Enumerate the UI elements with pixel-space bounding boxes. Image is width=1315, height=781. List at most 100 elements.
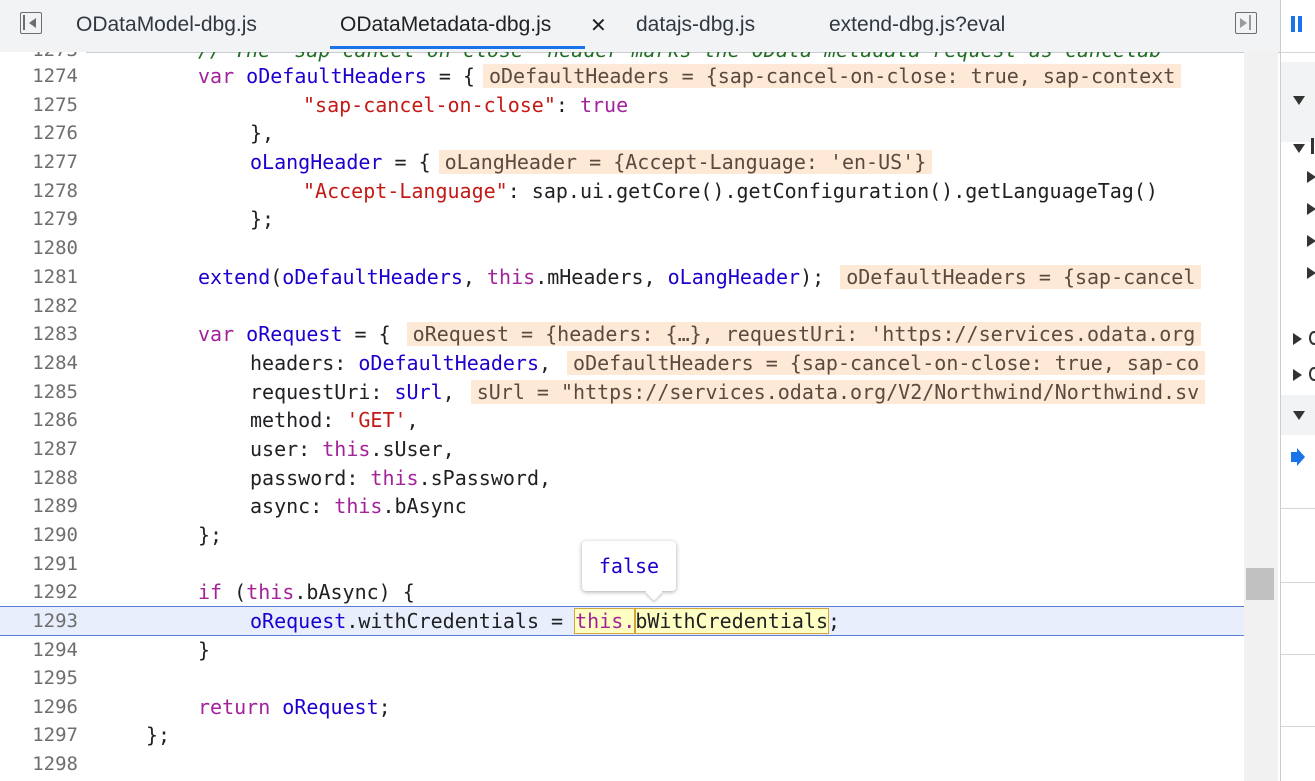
code-text: }; <box>146 723 171 747</box>
tab-extend[interactable]: extend-dbg.js?eval <box>829 0 1005 52</box>
tab-label: datajs-dbg.js <box>636 13 756 36</box>
code-line[interactable]: 1284 headers: oDefaultHeaders, oDefaultHe… <box>0 349 1244 378</box>
code-line[interactable]: 1286 method: 'GET', <box>0 406 1244 435</box>
tab-label: ODataMetadata-dbg.js <box>340 13 552 36</box>
hovered-expression[interactable]: bWithCredentials <box>634 608 829 634</box>
code-text: oRequest.withCredentials = this.bWithCre… <box>250 608 841 634</box>
line-number[interactable]: 1287 <box>0 435 78 464</box>
tab-odatametadata[interactable]: ODataMetadata-dbg.js <box>340 0 551 52</box>
pause-button[interactable] <box>1281 12 1315 36</box>
code-text: async: this.bAsync <box>250 494 467 518</box>
line-number[interactable]: 1288 <box>0 464 78 493</box>
toggle-navigator-button[interactable] <box>20 12 42 34</box>
line-number[interactable]: 1277 <box>0 148 78 177</box>
call-frame-current[interactable] <box>1281 446 1315 470</box>
code-text: "Accept-Language": sap.ui.getCore().getC… <box>303 179 1158 203</box>
code-text: }; <box>198 523 223 547</box>
code-line[interactable]: 1281 extend(oDefaultHeaders, this.mHeade… <box>0 263 1244 292</box>
line-number[interactable]: 1294 <box>0 636 78 665</box>
editor-tab-bar: ODataModel-dbg.js ODataMetadata-dbg.js ✕… <box>0 0 1280 53</box>
line-number[interactable]: 1298 <box>0 750 78 779</box>
code-text: headers: oDefaultHeaders, oDefaultHeaders… <box>250 349 1206 378</box>
scrollbar-thumb[interactable] <box>1246 568 1274 600</box>
expand-icon <box>1307 171 1315 183</box>
code-text: var oDefaultHeaders = {oDefaultHeaders =… <box>198 62 1182 91</box>
inline-value[interactable]: oLangHeader = {Accept-Language: 'en-US'} <box>438 150 933 174</box>
code-line[interactable]: 1278 "Accept-Language": sap.ui.getCore()… <box>0 177 1244 206</box>
inline-value[interactable]: oRequest = {headers: {…}, requestUri: 'h… <box>406 322 1202 346</box>
code-line[interactable]: 1285 requestUri: sUrl, sUrl = "https://se… <box>0 378 1244 407</box>
editor-scrollbar[interactable] <box>1244 52 1278 781</box>
code-line[interactable]: 1283 var oRequest = {oRequest = {headers… <box>0 320 1244 349</box>
line-number[interactable]: 1296 <box>0 693 78 722</box>
code-line[interactable]: 1295 <box>0 664 1244 693</box>
tab-label: ODataModel-dbg.js <box>76 13 257 36</box>
hovered-expression[interactable]: this. <box>574 608 637 634</box>
code-line[interactable]: 1275 "sap-cancel-on-close": true <box>0 91 1244 120</box>
line-number[interactable]: 1276 <box>0 119 78 148</box>
code-line[interactable]: 1298 <box>0 750 1244 779</box>
code-line[interactable]: 1297 }; <box>0 721 1244 750</box>
inline-value[interactable]: oDefaultHeaders = {sap-cancel-on-close: … <box>482 64 1182 88</box>
call-stack-header[interactable] <box>1281 395 1315 435</box>
expand-icon <box>1293 333 1302 345</box>
line-number[interactable]: 1275 <box>0 91 78 120</box>
line-number[interactable]: 1289 <box>0 492 78 521</box>
code-text: if (this.bAsync) { <box>198 580 415 604</box>
active-tab-indicator <box>330 46 585 49</box>
sidebar-tree-item[interactable] <box>1281 264 1315 284</box>
inline-value[interactable]: oDefaultHeaders = {sap-cancel-on-close: … <box>567 351 1206 375</box>
code-text: return oRequest; <box>198 695 391 719</box>
inline-value[interactable]: sUrl = "https://services.odata.org/V2/No… <box>470 380 1206 404</box>
line-number[interactable]: 1282 <box>0 292 78 321</box>
sidebar-section-header[interactable] <box>1281 62 1315 142</box>
line-number[interactable]: 1292 <box>0 578 78 607</box>
line-number[interactable]: 1285 <box>0 378 78 407</box>
sidebar-tree-item[interactable] <box>1281 138 1315 158</box>
line-number[interactable]: 1290 <box>0 521 78 550</box>
expand-icon <box>1307 235 1315 247</box>
code-line[interactable]: 1294 } <box>0 636 1244 665</box>
code-line[interactable]: 1276 }, <box>0 119 1244 148</box>
line-number[interactable]: 1279 <box>0 205 78 234</box>
line-number[interactable]: 1295 <box>0 664 78 693</box>
code-line[interactable]: 1277 oLangHeader = {oLangHeader = {Accep… <box>0 148 1244 177</box>
sidebar-tree-item[interactable] <box>1281 366 1315 386</box>
line-number[interactable]: 1283 <box>0 320 78 349</box>
code-text: password: this.sPassword, <box>250 466 552 490</box>
code-line[interactable]: 1280 <box>0 234 1244 263</box>
code-text: }, <box>250 121 275 145</box>
tab-odatamodel[interactable]: ODataModel-dbg.js <box>76 0 257 52</box>
code-line[interactable]: 1289 async: this.bAsync <box>0 492 1244 521</box>
current-execution-line[interactable]: 1293 oRequest.withCredentials = this.bWi… <box>0 606 1244 636</box>
code-line[interactable]: 1274 var oDefaultHeaders = {oDefaultHead… <box>0 62 1244 91</box>
expand-icon <box>1307 267 1315 279</box>
line-number[interactable]: 1297 <box>0 721 78 750</box>
line-number[interactable]: 1284 <box>0 349 78 378</box>
line-number[interactable]: 1293 <box>0 607 78 635</box>
expand-icon <box>1293 369 1302 381</box>
sidebar-tree-item[interactable] <box>1281 200 1315 220</box>
line-number[interactable]: 1281 <box>0 263 78 292</box>
sidebar-tree-item[interactable] <box>1281 168 1315 188</box>
line-number[interactable]: 1274 <box>0 62 78 91</box>
line-number[interactable]: 1278 <box>0 177 78 206</box>
sidebar-tree-item[interactable] <box>1281 232 1315 252</box>
code-line[interactable]: 1296 return oRequest; <box>0 693 1244 722</box>
code-line[interactable]: 1282 <box>0 292 1244 321</box>
toggle-debugger-sidebar-button[interactable] <box>1235 12 1257 34</box>
line-number[interactable]: 1286 <box>0 406 78 435</box>
code-line[interactable]: 1287 user: this.sUser, <box>0 435 1244 464</box>
debugger-sidebar <box>1280 0 1315 781</box>
inline-value[interactable]: oDefaultHeaders = {sap-cancel <box>840 265 1202 289</box>
code-line[interactable]: 1288 password: this.sPassword, <box>0 464 1244 493</box>
line-number[interactable]: 1291 <box>0 550 78 579</box>
code-editor[interactable]: 1273 // The "sap-cancel-on-close" header… <box>0 52 1280 781</box>
code-text: oLangHeader = {oLangHeader = {Accept-Lan… <box>250 148 933 177</box>
code-text: extend(oDefaultHeaders, this.mHeaders, o… <box>198 263 1202 292</box>
code-line[interactable]: 1279 }; <box>0 205 1244 234</box>
line-number[interactable]: 1280 <box>0 234 78 263</box>
close-tab-icon[interactable]: ✕ <box>590 10 607 40</box>
sidebar-tree-item[interactable] <box>1281 330 1315 350</box>
tab-datajs[interactable]: datajs-dbg.js <box>636 0 755 52</box>
